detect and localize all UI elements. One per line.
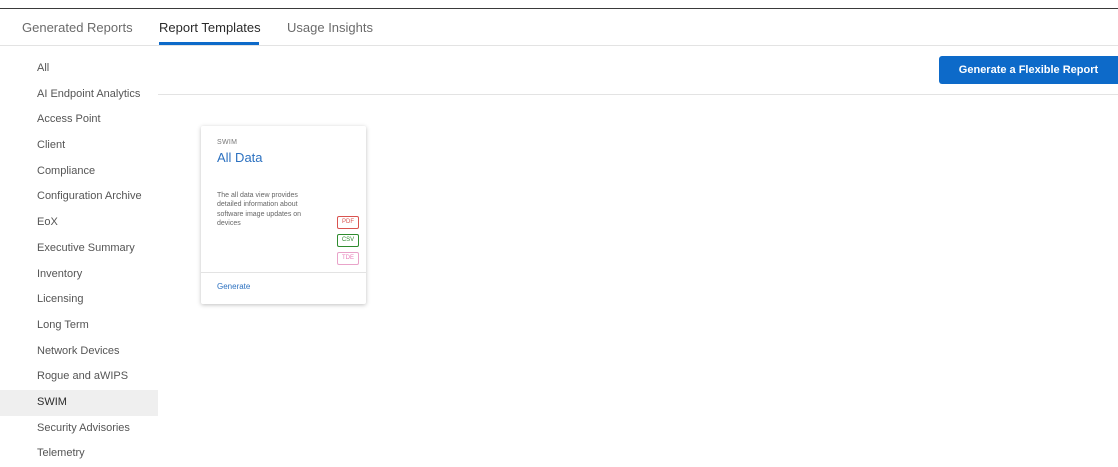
sidebar-item-network-devices[interactable]: Network Devices — [0, 339, 158, 365]
card-category: SWIM — [217, 139, 238, 146]
active-tab-indicator — [159, 42, 259, 45]
generate-flexible-report-button[interactable]: Generate a Flexible Report — [939, 56, 1118, 84]
sidebar-item-swim[interactable]: SWIM — [0, 389, 158, 416]
sidebar-item-client[interactable]: Client — [0, 133, 158, 159]
format-badge-pdf: PDF — [337, 216, 359, 229]
sidebar-item-access-point[interactable]: Access Point — [0, 107, 158, 133]
sidebar-item-compliance[interactable]: Compliance — [0, 159, 158, 185]
sidebar-item-all[interactable]: All — [0, 56, 158, 82]
sidebar-item-ai-endpoint-analytics[interactable]: AI Endpoint Analytics — [0, 82, 158, 108]
sidebar-item-rogue-and-awips[interactable]: Rogue and aWIPS — [0, 364, 158, 390]
sidebar-item-executive-summary[interactable]: Executive Summary — [0, 236, 158, 262]
sidebar-item-inventory[interactable]: Inventory — [0, 262, 158, 288]
sidebar-item-eox[interactable]: EoX — [0, 210, 158, 236]
card-divider — [201, 272, 366, 273]
tab-usage-insights[interactable]: Usage Insights — [287, 20, 373, 35]
sidebar-item-long-term[interactable]: Long Term — [0, 313, 158, 339]
card-title[interactable]: All Data — [217, 150, 263, 165]
sidebar-item-telemetry[interactable]: Telemetry — [0, 441, 158, 467]
tab-report-templates[interactable]: Report Templates — [159, 20, 261, 35]
format-badge-tde: TDE — [337, 252, 359, 265]
report-template-card[interactable]: SWIM All Data The all data view provides… — [201, 126, 366, 304]
sidebar-item-licensing[interactable]: Licensing — [0, 287, 158, 313]
content-divider — [158, 94, 1118, 95]
category-sidebar: All AI Endpoint Analytics Access Point C… — [0, 56, 158, 467]
sidebar-item-configuration-archive[interactable]: Configuration Archive — [0, 184, 158, 210]
card-description: The all data view provides detailed info… — [217, 192, 302, 228]
card-generate-link[interactable]: Generate — [217, 282, 250, 291]
format-badge-csv: CSV — [337, 234, 359, 247]
tab-bar: Generated Reports Report Templates Usage… — [0, 9, 1118, 46]
tab-generated-reports[interactable]: Generated Reports — [22, 20, 133, 35]
sidebar-item-security-advisories[interactable]: Security Advisories — [0, 416, 158, 442]
